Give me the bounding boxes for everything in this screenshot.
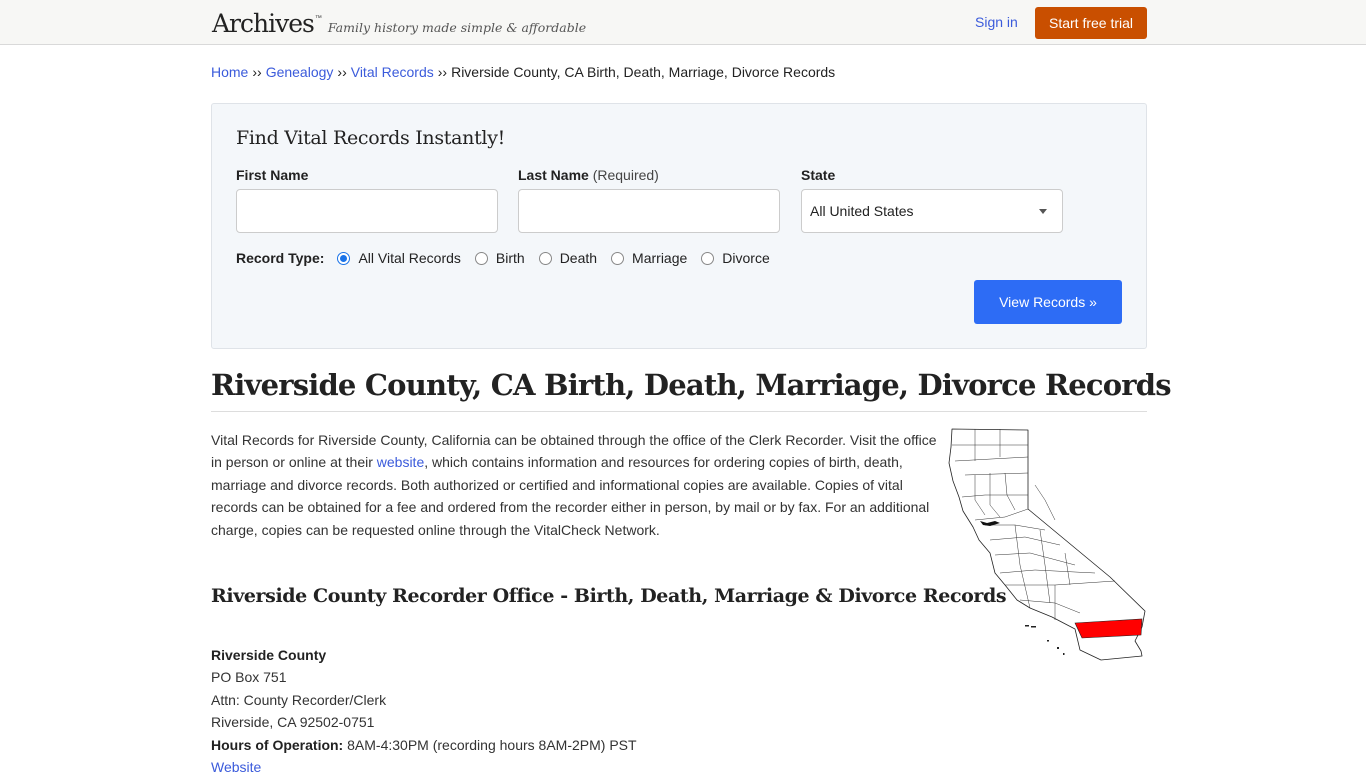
breadcrumb-current: Riverside County, CA Birth, Death, Marri…: [451, 64, 836, 80]
first-name-label: First Name: [236, 167, 309, 183]
start-free-trial-button[interactable]: Start free trial: [1035, 7, 1147, 39]
record-type-divorce[interactable]: Divorce: [701, 250, 770, 266]
radio-label: Divorce: [722, 250, 770, 266]
intro-paragraph: Vital Records for Riverside County, Cali…: [211, 429, 941, 541]
record-type-label: Record Type:: [236, 250, 325, 266]
view-records-button[interactable]: View Records »: [974, 280, 1122, 324]
channel-islands: [1025, 625, 1065, 655]
last-name-label-text: Last Name: [518, 167, 589, 183]
section-title: Riverside County Recorder Office - Birth…: [211, 585, 1007, 607]
breadcrumb-separator: ››: [337, 64, 347, 80]
breadcrumb-home[interactable]: Home: [211, 64, 248, 80]
address-line-3: Riverside, CA 92502-0751: [211, 714, 375, 731]
office-name: Riverside County: [211, 647, 327, 663]
address-line-1: PO Box 751: [211, 669, 287, 686]
site-logo[interactable]: Archives ™ Family history made simple & …: [212, 9, 586, 38]
top-navbar: Archives ™ Family history made simple & …: [0, 0, 1366, 45]
record-type-group: Record Type: All Vital Records Birth Dea…: [236, 250, 784, 266]
breadcrumb-separator: ››: [252, 64, 262, 80]
breadcrumb: Home ›› Genealogy ›› Vital Records ›› Riversid…: [211, 64, 835, 80]
radio-death[interactable]: [538, 251, 552, 265]
radio-label: Birth: [495, 250, 525, 266]
california-county-map: [948, 428, 1146, 661]
record-type-birth[interactable]: Birth: [474, 250, 525, 266]
state-select[interactable]: All United States: [801, 189, 1063, 233]
office-address: Riverside County PO Box 751 Attn: County…: [211, 644, 637, 778]
title-divider: [211, 411, 1147, 412]
last-name-label: Last Name (Required): [518, 167, 659, 183]
radio-divorce[interactable]: [701, 251, 715, 265]
radio-marriage[interactable]: [611, 251, 625, 265]
office-hours: Hours of Operation: 8AM-4:30PM (recordin…: [211, 734, 637, 756]
record-type-marriage[interactable]: Marriage: [611, 250, 687, 266]
site-tagline: Family history made simple & affordable: [327, 20, 587, 35]
record-type-all[interactable]: All Vital Records: [337, 250, 461, 266]
breadcrumb-genealogy[interactable]: Genealogy: [266, 64, 334, 80]
state-label: State: [801, 167, 836, 183]
website-link[interactable]: website: [377, 454, 424, 470]
state-selected-value: All United States: [810, 203, 914, 219]
radio-label: Death: [559, 250, 598, 266]
office-website-link[interactable]: Website: [211, 759, 261, 775]
breadcrumb-separator: ››: [437, 64, 448, 80]
chevron-down-icon: [1039, 208, 1047, 214]
page-title: Riverside County, CA Birth, Death, Marri…: [211, 368, 1172, 402]
hours-value: 8AM-4:30PM (recording hours 8AM-2PM) PST: [343, 736, 637, 753]
logo-wordmark[interactable]: Archives: [212, 9, 315, 38]
radio-all-vital-records[interactable]: [337, 251, 351, 265]
breadcrumb-vital-records[interactable]: Vital Records: [351, 64, 434, 80]
radio-birth[interactable]: [474, 251, 488, 265]
required-note: (Required): [592, 167, 659, 183]
address-line-2: Attn: County Recorder/Clerk: [211, 691, 387, 708]
radio-label: All Vital Records: [358, 250, 461, 266]
first-name-input[interactable]: [236, 189, 498, 233]
search-panel: Find Vital Records Instantly! First Name…: [211, 103, 1147, 349]
logo-trademark: ™: [314, 15, 322, 22]
last-name-input[interactable]: [518, 189, 780, 233]
search-panel-title: Find Vital Records Instantly!: [236, 127, 505, 149]
hours-label: Hours of Operation:: [211, 736, 344, 753]
radio-label: Marriage: [632, 250, 688, 266]
sign-in-link[interactable]: Sign in: [975, 14, 1018, 30]
record-type-death[interactable]: Death: [538, 250, 598, 266]
